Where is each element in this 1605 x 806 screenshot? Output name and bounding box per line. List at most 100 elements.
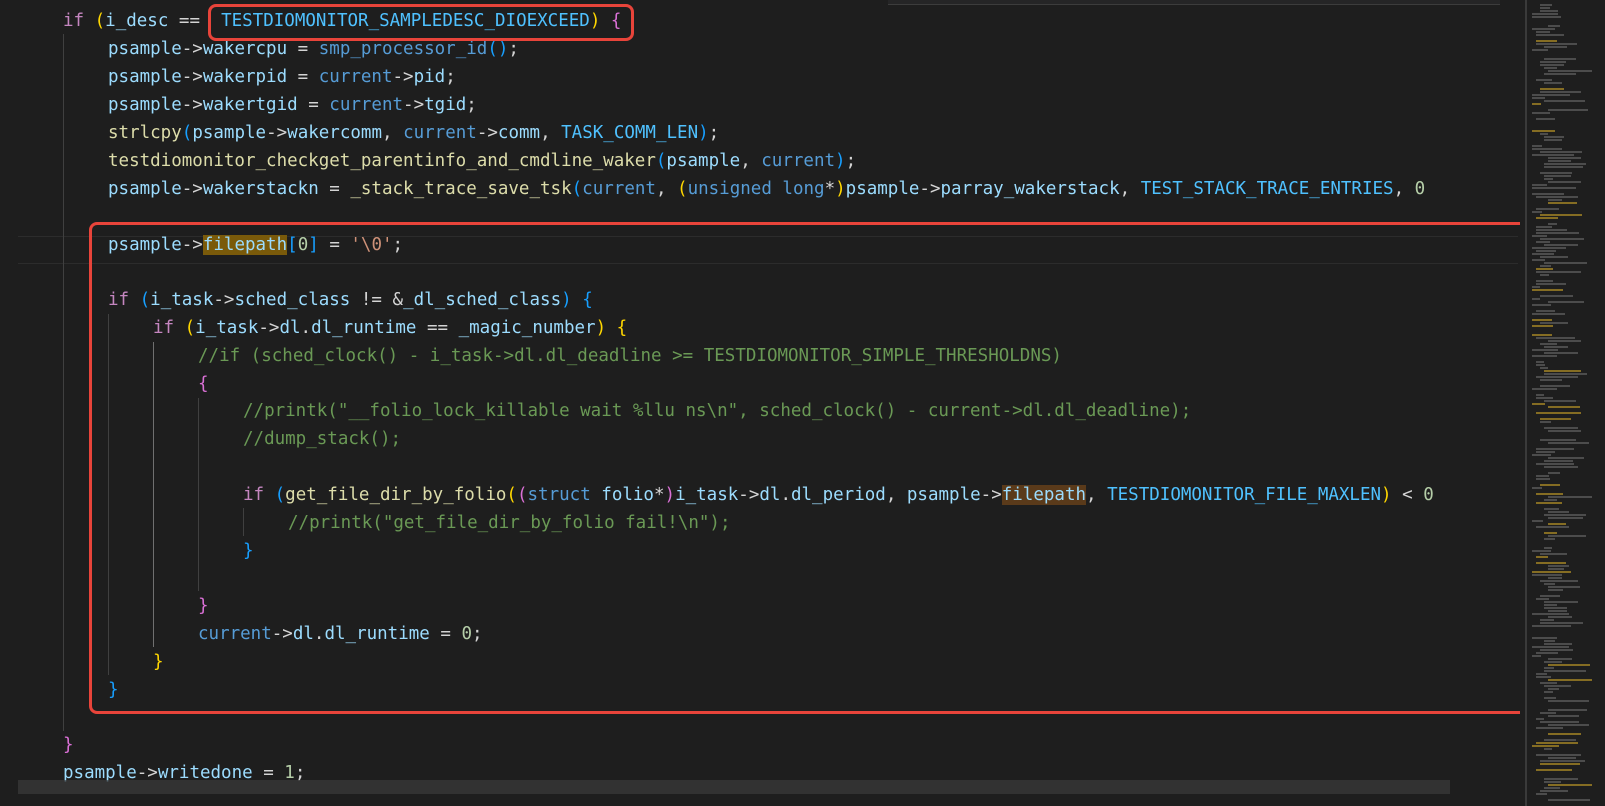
minimap-line: [1532, 613, 1569, 615]
minimap-line: [1532, 97, 1545, 99]
code-token: ;: [466, 95, 477, 115]
code-token: current: [329, 95, 404, 115]
minimap-line: [1532, 319, 1552, 321]
minimap-line: [1536, 394, 1544, 396]
minimap-line: [1544, 46, 1567, 48]
code-token: ->: [181, 179, 203, 199]
minimap-line: [1540, 379, 1562, 381]
minimap-line: [1540, 649, 1573, 651]
minimap-line: [1540, 763, 1580, 765]
minimap-line: [1548, 709, 1587, 711]
minimap-line: [1544, 583, 1555, 585]
minimap-line: [1544, 370, 1581, 372]
minimap-line: [1536, 673, 1547, 675]
code-token: psample: [108, 67, 182, 87]
minimap-line: [1532, 313, 1565, 315]
horizontal-scrollbar[interactable]: [18, 780, 1450, 794]
minimap-line: [1536, 769, 1572, 771]
minimap-line: [1544, 67, 1557, 69]
minimap-line: [1536, 754, 1581, 756]
editor-gutter: [0, 0, 18, 806]
minimap-line: [1536, 31, 1550, 33]
minimap-line: [1540, 7, 1550, 9]
minimap-line: [1536, 34, 1564, 36]
code-token: ->: [181, 67, 203, 87]
minimap-line: [1536, 463, 1574, 465]
code-line[interactable]: testdiomonitor_checkget_parentinfo_and_c…: [108, 147, 856, 175]
minimap-line: [1532, 355, 1557, 357]
minimap-line: [1536, 475, 1549, 477]
code-line[interactable]: strlcpy(psample->wakercomm, current->com…: [108, 119, 719, 147]
minimap-line: [1540, 265, 1551, 267]
minimap-line: [1532, 574, 1562, 576]
minimap-line: [1536, 79, 1552, 81]
minimap-line: [1544, 100, 1585, 102]
minimap-line: [1536, 361, 1544, 363]
minimap-line: [1536, 196, 1578, 198]
minimap-line: [1548, 658, 1572, 660]
code-line[interactable]: psample->wakertgid = current->tgid;: [108, 91, 477, 119]
minimap-line: [1548, 496, 1592, 498]
code-token: current: [761, 151, 836, 171]
minimap-line: [1548, 799, 1590, 801]
minimap-line: [1536, 271, 1581, 273]
minimap-line: [1532, 184, 1547, 186]
minimap-line: [1536, 268, 1553, 270]
code-line[interactable]: psample->wakerpid = current->pid;: [108, 63, 456, 91]
minimap-line: [1536, 742, 1578, 744]
minimap-line: [1544, 538, 1555, 540]
code-token: current: [403, 123, 477, 143]
code-line[interactable]: psample->wakerstackn = _stack_trace_save…: [108, 175, 1425, 203]
minimap-line: [1532, 154, 1574, 156]
code-token: ,: [1119, 179, 1141, 199]
minimap-line: [1540, 91, 1581, 93]
minimap-line: [1548, 472, 1560, 474]
code-token: parray_wakerstack: [940, 179, 1120, 199]
code-token: wakertgid: [202, 95, 298, 115]
code-line[interactable]: }: [63, 731, 74, 759]
code-token: (: [571, 179, 583, 199]
minimap-line: [1540, 622, 1583, 624]
minimap-line: [1540, 295, 1573, 297]
minimap[interactable]: [1520, 0, 1605, 806]
minimap-line: [1544, 460, 1573, 462]
minimap-line: [1548, 457, 1584, 459]
code-editor[interactable]: if (i_desc == TESTDIOMONITOR_SAMPLEDESC_…: [0, 0, 1560, 806]
minimap-line: [1532, 187, 1576, 189]
minimap-line: [1544, 400, 1576, 402]
minimap-line: [1548, 202, 1577, 204]
code-token: smp_processor_id: [318, 39, 488, 59]
minimap-line: [1540, 484, 1560, 486]
code-token: =: [287, 39, 319, 59]
code-token: =: [318, 179, 351, 199]
code-token: ,: [1393, 179, 1415, 199]
minimap-line: [1532, 130, 1555, 132]
minimap-line: [1544, 532, 1557, 534]
code-token: TASK_COMM_LEN: [561, 123, 699, 143]
minimap-line: [1548, 181, 1581, 183]
minimap-line: [1540, 4, 1552, 6]
code-token: ;: [845, 151, 857, 171]
code-token: ,: [540, 123, 562, 143]
minimap-line: [1540, 595, 1560, 597]
minimap-line: [1536, 448, 1574, 450]
minimap-line: [1536, 337, 1575, 339]
minimap-line: [1544, 661, 1562, 663]
minimap-line: [1536, 208, 1559, 210]
code-token: wakercpu: [202, 39, 288, 59]
code-token: comm: [497, 123, 541, 143]
minimap-line: [1540, 151, 1582, 153]
code-token: psample: [192, 123, 267, 143]
code-token: strlcpy: [108, 123, 182, 143]
minimap-line: [1532, 103, 1541, 105]
minimap-line: [1536, 376, 1578, 378]
minimap-line: [1544, 262, 1587, 264]
minimap-line: [1544, 466, 1578, 468]
minimap-line: [1536, 793, 1547, 795]
minimap-line: [1536, 502, 1562, 504]
minimap-line: [1544, 781, 1561, 783]
code-token: ->: [403, 95, 425, 115]
minimap-line: [1540, 421, 1551, 423]
minimap-line: [1548, 109, 1588, 111]
